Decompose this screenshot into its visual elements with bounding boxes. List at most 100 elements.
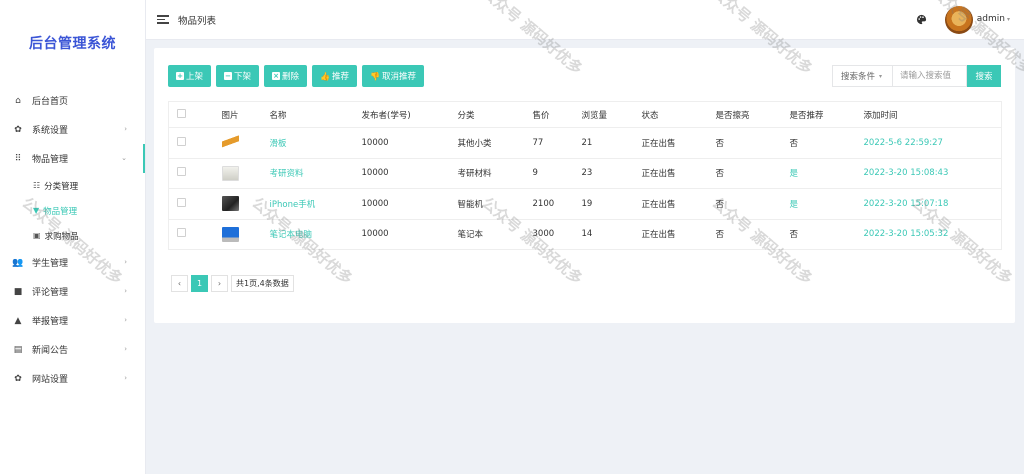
publisher-cell: 10000 [355,127,452,159]
column-header: 图片 [215,101,264,128]
phone-thumbnail[interactable] [221,196,239,212]
plus-square-icon: + [176,72,184,80]
search-button[interactable]: 搜索 [967,65,1001,87]
list-on-button[interactable]: + 上架 [168,65,212,87]
users-icon: 👥 [12,257,24,268]
id-card-icon: ▣ [33,231,41,240]
views-cell: 19 [575,188,636,220]
page-1-button[interactable]: 1 [191,275,208,292]
recommended-cell: 否 [783,219,858,250]
column-header: 是否推荐 [783,101,858,128]
row-checkbox[interactable] [177,167,186,177]
category-cell: 笔记本 [451,219,527,250]
recommend-label: 推荐 [332,72,350,82]
thumbs-up-icon: 👍 [320,71,331,81]
price-cell: 2100 [526,188,576,220]
x-square-icon: × [272,72,281,80]
status-cell: 正在出售 [635,127,710,159]
brand-title: 后台管理系统 [29,36,116,52]
sidebar-item-label: 评论管理 [32,288,69,298]
minus-square-icon: − [224,72,233,80]
sidebar-item-label: 学生管理 [32,259,69,269]
gear-icon: ✿ [14,124,22,135]
item-name-link[interactable]: 笔记本电脑 [263,219,356,250]
row-checkbox[interactable] [177,228,186,238]
sidebar-subitem-goods[interactable]: ▼ 物品管理 [0,198,145,223]
search-condition-select[interactable]: 搜索条件 ▾ [832,65,892,87]
item-name-link[interactable]: 考研资料 [263,158,356,189]
polished-cell: 否 [709,219,784,250]
sidebar-item-news[interactable]: ▤ 新闻公告 › [0,335,145,364]
list-off-button[interactable]: − 下架 [216,65,260,87]
laptop-thumbnail[interactable] [221,226,239,242]
sidebar-subitem-label: 求购物品 [44,231,79,242]
views-cell: 14 [575,219,636,250]
category-cell: 其他小类 [451,127,527,159]
column-header: 浏览量 [575,101,636,128]
home-icon: ⌂ [15,95,21,106]
views-cell: 23 [575,158,636,189]
category-cell: 考研材料 [451,158,527,189]
newspaper-icon: ▤ [13,344,23,355]
recommended-cell: 否 [783,127,858,159]
warning-icon: ▲ [14,315,22,326]
sidebar-item-comments[interactable]: ■ 评论管理 › [0,277,145,306]
row-checkbox[interactable] [177,197,186,207]
column-header: 名称 [263,101,356,128]
gear-icon: ✿ [14,373,22,384]
column-header: 分类 [451,101,527,128]
recommend-button[interactable]: 👍 推荐 [312,65,358,87]
added-time-cell: 2022-3-20 15:05:32 [857,219,1002,250]
recommended-cell: 是 [783,158,858,189]
column-header: 售价 [526,101,576,128]
avatar[interactable] [945,6,973,34]
item-name-link[interactable]: iPhone手机 [263,188,356,220]
chevron-right-icon: › [124,287,127,295]
sidebar-item-reports[interactable]: ▲ 举报管理 › [0,306,145,335]
search-input[interactable] [892,65,967,87]
delete-label: 删除 [282,72,300,82]
views-cell: 21 [575,127,636,159]
paper-thumbnail[interactable] [221,165,239,181]
sidebar-item-goods[interactable]: ⠿ 物品管理 ⌄ [0,144,145,173]
pagination-info: 共1页,4条数据 [231,275,294,292]
caret-down-icon: ▾ [1006,16,1010,23]
table-row: 笔记本电脑 10000 笔记本 3000 14 正在出售 否 否 2022-3-… [168,219,1002,250]
list-off-label: 下架 [234,72,252,82]
status-cell: 正在出售 [635,158,710,189]
search-bar: 搜索条件▾ 搜索 [832,65,1001,87]
sidebar-item-home[interactable]: ⌂ 后台首页 [0,86,145,115]
item-name-link[interactable]: 滑板 [263,127,356,159]
sidebar-subitem-wanted[interactable]: ▣ 求购物品 [0,223,145,248]
next-page-button[interactable]: › [211,275,228,292]
prev-page-button[interactable]: ‹ [171,275,188,292]
column-header: 发布者(学号) [355,101,452,128]
delete-button[interactable]: × 删除 [264,65,308,87]
skateboard-thumbnail[interactable] [221,135,239,151]
sidebar-item-label: 新闻公告 [32,346,69,356]
sidebar-item-label: 系统设置 [32,126,69,136]
row-checkbox[interactable] [177,136,186,146]
table-row: 滑板 10000 其他小类 77 21 正在出售 否 否 2022-5-6 22… [168,127,1002,159]
table-row: 考研资料 10000 考研材料 9 23 正在出售 否 是 2022-3-20 … [168,158,1002,189]
price-cell: 77 [526,127,576,159]
user-name: admin [976,14,1005,24]
chevron-right-icon: › [124,374,127,382]
list-on-label: 上架 [186,72,204,82]
menu-toggle-icon[interactable] [157,15,169,24]
sidebar-item-label: 物品管理 [32,155,69,165]
sidebar-item-system-settings[interactable]: ✿ 系统设置 › [0,115,145,144]
sidebar-subitem-categories[interactable]: ☷ 分类管理 [0,173,145,198]
sidebar-item-site-settings[interactable]: ✿ 网站设置 › [0,364,145,393]
sidebar-item-students[interactable]: 👥 学生管理 › [0,248,145,277]
user-menu[interactable]: admin ▾ [977,14,1010,24]
filter-icon: ▼ [33,206,40,215]
polished-cell: 否 [709,158,784,189]
cancel-recommend-button[interactable]: 👎 取消推荐 [362,65,425,87]
thumbs-down-icon: 👎 [370,71,380,81]
publisher-cell: 10000 [355,188,452,220]
added-time-cell: 2022-3-20 15:08:43 [857,158,1002,189]
pagination: ‹ 1 › 共1页,4条数据 [171,275,294,292]
palette-icon[interactable] [916,14,927,25]
select-all-checkbox[interactable] [177,108,186,118]
